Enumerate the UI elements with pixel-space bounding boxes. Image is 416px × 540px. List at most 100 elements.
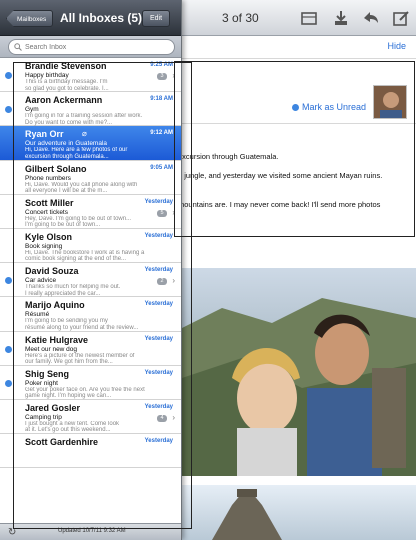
message-body-line: e jungle, and yesterday we visited some … [178,171,383,180]
updated-status: Updated 10/7/11 9:32 AM [58,528,126,534]
hikers-photo-icon [182,298,416,476]
message-time: Yesterday [144,232,173,239]
message-sender: Brandie Stevenson [25,61,107,71]
move-icon[interactable] [332,9,350,27]
message-row[interactable]: Marijo Aquino Yesterday Résumé I'm going to… [0,297,181,332]
chevron-right-icon: › [172,412,175,422]
refresh-icon[interactable]: ↻ [8,527,16,538]
message-subject: Our adventure in Guatemala [25,140,108,148]
message-row[interactable]: Scott Miller Yesterday Concert tickets Hey,… [0,194,181,229]
mailboxes-back-button[interactable]: Mailboxes [6,10,54,27]
search-icon [14,43,22,51]
message-preview: Hi, Dave. Here are a few photos of our ex… [25,147,165,160]
mark-as-unread-link[interactable]: Mark as Unread [292,102,366,112]
message-sender: David Souza [25,266,79,277]
message-row[interactable]: Aaron Ackermann 9:18 AM Gym I'm going in fo… [0,92,181,127]
message-sender: Katie Hulgrave [25,334,89,345]
message-preview-line: at it. Let's go out this weekend... [25,427,111,434]
message-subject: Poker night [25,379,58,387]
message-preview: I'm going to be sending you my résumé alo… [25,318,165,331]
message-subject: Meet our new dog [25,345,78,353]
unread-indicator-icon [5,106,12,114]
message-time: Yesterday [144,369,173,376]
message-preview: Here's a picture of the newest member of… [25,353,165,366]
mark-as-unread-label: Mark as Unread [302,102,367,112]
chevron-right-icon: › [172,207,175,217]
message-preview-line: I'm going to be out of town... [25,222,101,229]
folder-icon[interactable] [300,9,318,27]
inbox-header: Mailboxes All Inboxes (5) Edit [0,0,181,36]
message-preview-line: Do you want to come with me?... [25,119,113,126]
message-preview: Hey, Dave. I'm going to be out of town..… [25,216,165,229]
message-counter: 3 of 30 [222,11,259,25]
message-list: Brandie Stevenson 9:25 AM Happy birthday Th… [0,58,181,469]
thread-count-badge: 2 [157,278,167,286]
search-input[interactable] [25,43,165,51]
message-time: Yesterday [144,438,173,445]
message-row[interactable]: Jared Gosler Yesterday Camping trip I just … [0,399,181,435]
chevron-right-icon: › [172,71,175,80]
attached-photo-hikers[interactable] [182,268,416,476]
message-sender: Aaron Ackermann [25,95,103,106]
reply-icon[interactable] [362,9,380,27]
message-preview-line: excursion through Guatemala... [25,153,109,160]
message-preview: Thanks so much for helping me out. I real… [25,284,165,297]
message-time: 9:12 AM [150,130,173,137]
unread-dot-icon [292,103,299,111]
attached-photo-ruins[interactable] [182,485,416,540]
message-sender: Marijo Aquino [25,300,85,311]
search-bar [0,36,181,58]
sender-photo-icon [374,86,406,118]
message-preview: Get your poker face on. Are you free the… [25,387,165,400]
message-preview-line: résumé along to your friend at the revie… [25,324,139,331]
message-preview-line: game night. I'm hoping we can... [25,393,112,400]
message-sender: Ryan Orr [25,129,64,140]
message-subject: Phone numbers [25,174,71,182]
message-time: Yesterday [144,403,173,410]
message-preview: Hi, Dave. Would you call phone along wit… [25,182,165,195]
message-preview: I just bought a new tent. Come look at it… [25,421,165,434]
message-sender: Kyle Olson [25,231,73,242]
message-subject: Happy birthday [25,72,69,79]
message-sender: Jared Gosler [25,402,81,413]
message-sender: Scott Miller [25,197,74,208]
thread-count-badge: 3 [157,73,167,80]
message-time: Yesterday [144,335,173,342]
unread-indicator-icon [5,379,12,387]
message-subject: Book signing [25,242,63,250]
search-field[interactable] [8,39,175,55]
hide-details-link[interactable]: Hide [387,41,406,51]
message-subject: Car advice [25,277,57,285]
message-row[interactable]: Kyle Olson Yesterday Book signing Hi, Dave.… [0,228,181,264]
paperclip-icon: ⌀ [82,129,87,139]
compose-icon[interactable] [392,9,410,27]
message-row[interactable]: Ryan Orr 9:12 AM Our adventure in Guatemal… [0,126,181,161]
message-preview: This is a birthday message. I'm so glad y… [25,79,165,92]
message-time: Yesterday [144,301,173,308]
message-row[interactable]: Shig Seng Yesterday Poker night Get your po… [0,365,181,400]
message-row[interactable]: Gilbert Solano 9:05 AM Phone numbers Hi, Da… [0,160,181,195]
sender-avatar [373,85,407,119]
message-subject: Gym [25,106,39,114]
message-subject: Concert tickets [25,208,68,216]
thread-count-badge: 4 [157,414,167,422]
message-preview-line: comic book signing at the end of the... [25,256,127,263]
message-row[interactable]: Katie Hulgrave Yesterday Meet our new dog H… [0,331,181,366]
message-row[interactable]: Brandie Stevenson 9:25 AM Happy birthday Th… [0,58,181,93]
chevron-right-icon: › [172,276,175,286]
message-row[interactable]: David Souza Yesterday Car advice Thanks so … [0,263,181,298]
message-time: 9:05 AM [150,164,173,171]
message-sender: Scott Gardenhire [25,437,99,448]
inbox-title: All Inboxes (5) [60,11,143,25]
message-time: 9:25 AM [150,62,173,68]
thread-count-badge: 5 [157,209,167,217]
message-preview-line: our family. We got him from the... [25,359,113,365]
unread-indicator-icon [5,345,12,353]
message-row[interactable]: Scott Gardenhire Yesterday [0,434,181,469]
message-time: 9:18 AM [150,96,173,103]
message-subject: Camping trip [25,413,62,421]
inbox-popover: Mailboxes All Inboxes (5) Edit Brandie S… [0,0,182,540]
message-time: Yesterday [144,198,173,205]
message-body-line: excursion through Guatemala. [178,152,279,161]
edit-button[interactable]: Edit [142,10,170,27]
